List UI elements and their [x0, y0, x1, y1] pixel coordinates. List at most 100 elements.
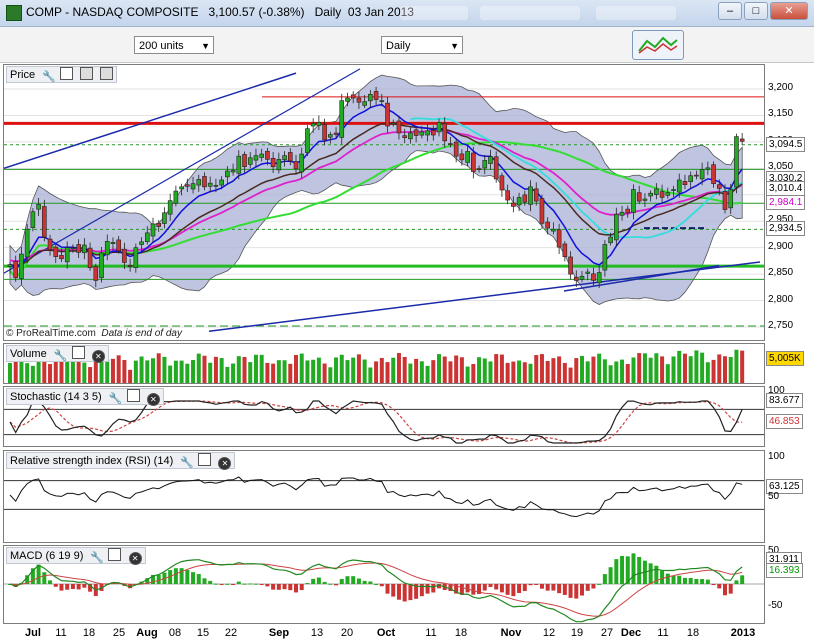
stochastic-panel[interactable]: Stochastic (14 3 5) 🔧 ✕: [3, 386, 765, 447]
wrench-icon[interactable]: 🔧: [180, 458, 194, 469]
candle-body: [545, 221, 550, 229]
macd-histogram-bar: [48, 580, 53, 584]
candle-body: [150, 223, 156, 237]
volume-bar: [271, 363, 276, 383]
volume-panel-title: Volume: [10, 348, 47, 360]
macd-signal-badge: 16.393: [766, 563, 803, 578]
volume-bar: [265, 362, 270, 383]
macd-histogram-bar: [557, 584, 562, 594]
volume-bar: [437, 354, 441, 383]
macd-histogram-bar: [597, 583, 602, 585]
volume-bar: [48, 364, 53, 383]
close-icon[interactable]: ✕: [128, 552, 142, 565]
candle-body: [185, 184, 190, 187]
date-tick: 08: [168, 627, 182, 639]
macd-histogram-bar: [379, 584, 384, 587]
candle-body: [436, 122, 442, 133]
macd-histogram-bar: [345, 576, 350, 584]
macd-histogram-bar: [740, 575, 745, 584]
candle-body: [139, 241, 144, 245]
candle-body: [579, 275, 585, 280]
candle-body: [373, 91, 379, 100]
volume-bar: [660, 356, 665, 383]
wrench-icon[interactable]: 🔧: [90, 553, 104, 564]
volume-bar: [631, 357, 636, 383]
volume-bar: [379, 357, 384, 383]
chart-style-button[interactable]: [632, 30, 684, 60]
data-note: Data is end of day: [101, 328, 182, 339]
volume-axis: 5,005K: [765, 343, 814, 384]
volume-bar: [539, 354, 544, 383]
window-icon[interactable]: [198, 453, 212, 466]
volume-bar: [648, 357, 653, 383]
candle-body: [64, 247, 70, 263]
macd-axis: 50 31.911 16.393 -50: [765, 545, 814, 624]
macd-histogram-bar: [208, 580, 213, 584]
macd-histogram-bar: [694, 579, 699, 584]
candle-body: [516, 197, 522, 206]
wrench-icon[interactable]: 🔧: [109, 394, 123, 405]
macd-histogram-bar: [374, 583, 379, 585]
interval-select[interactable]: Daily ▼: [381, 36, 463, 54]
candle-body: [242, 154, 247, 168]
volume-bar: [213, 356, 218, 383]
candle-body: [522, 194, 528, 203]
volume-bar: [694, 350, 699, 383]
candle-body: [642, 198, 648, 201]
background-tab[interactable]: [400, 6, 468, 20]
volume-bar: [334, 357, 339, 383]
candle-body: [385, 102, 390, 127]
volume-bar: [356, 354, 361, 383]
rsi-panel[interactable]: Relative strength index (RSI) (14) 🔧 ✕: [3, 450, 765, 543]
candle-body: [636, 192, 642, 202]
maximize-icon[interactable]: □: [744, 2, 768, 20]
candle-body: [596, 272, 602, 284]
volume-bar: [374, 361, 379, 383]
background-tab[interactable]: [480, 6, 580, 20]
volume-bar: [88, 367, 93, 383]
volume-bar: [162, 356, 167, 383]
volume-bar: [8, 363, 12, 383]
candle-body: [631, 189, 636, 213]
rsi-line: [9, 476, 743, 518]
zoom-out-icon[interactable]: [100, 67, 114, 80]
zoom-in-icon[interactable]: [80, 67, 94, 80]
close-icon[interactable]: ✕: [91, 350, 105, 363]
volume-bar: [522, 362, 527, 383]
price-level-badge: 3,094.5: [766, 136, 806, 152]
date-tick: Oct: [376, 627, 396, 639]
volume-bar: [477, 357, 482, 383]
window-titlebar: COMP - NASDAQ COMPOSITE 3,100.57 (-0.38%…: [0, 0, 814, 27]
close-icon[interactable]: ✕: [218, 457, 232, 470]
wrench-icon[interactable]: 🔧: [42, 72, 56, 83]
close-icon[interactable]: ✕: [146, 393, 160, 406]
close-icon[interactable]: ✕: [770, 2, 808, 20]
wrench-icon[interactable]: 🔧: [54, 351, 68, 362]
candle-body: [53, 246, 59, 257]
window-icon[interactable]: [108, 548, 122, 561]
rsi-panel-title: Relative strength index (RSI) (14): [10, 455, 174, 467]
window-icon[interactable]: [126, 389, 140, 402]
units-select[interactable]: 200 units ▼: [134, 36, 214, 54]
macd-histogram-bar: [700, 579, 705, 584]
volume-bar: [654, 353, 659, 383]
window-icon[interactable]: [60, 67, 74, 80]
price-panel[interactable]: Price 🔧 © ProRealTime.com Data is end of…: [3, 64, 765, 341]
macd-histogram-bar: [631, 553, 636, 584]
minimize-icon[interactable]: –: [718, 2, 742, 20]
macd-panel-header: MACD (6 19 9) 🔧 ✕: [6, 547, 146, 565]
volume-panel[interactable]: Volume 🔧 ✕: [3, 343, 765, 384]
price-axis-tick: 3,200: [768, 82, 794, 93]
background-tab[interactable]: [596, 6, 676, 20]
candle-body: [465, 151, 470, 163]
candle-body: [156, 222, 162, 227]
candle-body: [493, 156, 499, 180]
volume-bar: [700, 352, 705, 383]
volume-bar: [517, 360, 522, 383]
window-icon[interactable]: [71, 346, 85, 359]
macd-panel[interactable]: MACD (6 19 9) 🔧 ✕: [3, 545, 765, 624]
candle-body: [133, 247, 139, 268]
volume-bar: [597, 353, 602, 383]
app-icon: [6, 5, 22, 21]
candle-body: [379, 100, 385, 102]
